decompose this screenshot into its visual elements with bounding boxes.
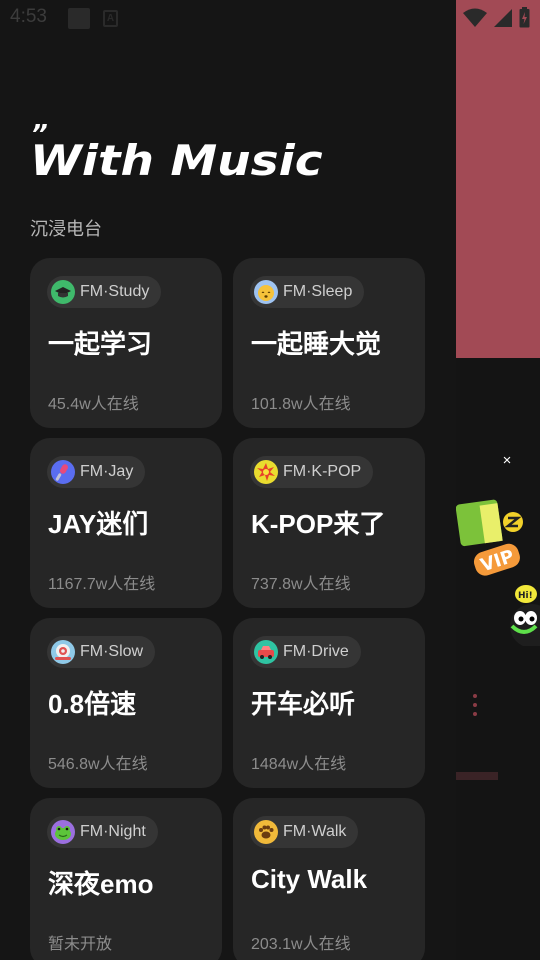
radio-tag-label: FM·Night	[80, 823, 146, 840]
notification-square-icon	[68, 8, 90, 29]
listener-count: 101.8w人在线	[251, 396, 351, 413]
radio-tag: FM·Sleep	[250, 276, 365, 308]
snail-icon	[51, 640, 75, 664]
listener-count: 1167.7w人在线	[48, 576, 156, 593]
frog-icon	[51, 820, 75, 844]
listener-count: 203.1w人在线	[251, 936, 351, 953]
background-panel	[456, 358, 540, 960]
explosion-icon	[254, 460, 278, 484]
radio-tag: FM·Night	[47, 816, 158, 848]
battery-icon	[519, 7, 530, 28]
radio-tag: FM·K-POP	[250, 456, 374, 488]
radio-title: 一起睡大觉	[251, 329, 382, 359]
radio-tag-label: FM·Slow	[80, 643, 144, 660]
radio-card-drive[interactable]: FM·Drive 开车必听 1484w人在线	[233, 618, 425, 788]
car-icon	[254, 640, 278, 664]
radio-card-slow[interactable]: FM·Slow 0.8倍速 546.8w人在线	[30, 618, 222, 788]
radio-title: 一起学习	[48, 329, 153, 359]
svg-text:Hi!: Hi!	[518, 591, 533, 601]
radio-title: 开车必听	[251, 689, 356, 719]
radio-tag: FM·Slow	[47, 636, 156, 668]
vip-promo-icon[interactable]: VIP	[456, 498, 528, 582]
close-icon[interactable]: ×	[497, 450, 517, 472]
radio-card-night[interactable]: FM·Night 深夜emo 暂未开放	[30, 798, 222, 960]
graduation-cap-icon	[51, 280, 75, 304]
radio-title: K-POP来了	[251, 509, 386, 539]
radio-tag-label: FM·Walk	[283, 823, 347, 840]
radio-title: City Walk	[251, 864, 368, 894]
radio-title: JAY迷们	[48, 509, 149, 539]
microphone-icon	[51, 460, 75, 484]
radio-drawer: ” With Music 沉浸电台 FM·Study 一起学习 45.4w人在线…	[0, 0, 456, 960]
listener-count: 45.4w人在线	[48, 396, 139, 413]
radio-title: 深夜emo	[48, 869, 154, 899]
notification-a-icon: A	[103, 10, 118, 27]
listener-count: 1484w人在线	[251, 756, 347, 773]
radio-card-sleep[interactable]: FM·Sleep 一起睡大觉 101.8w人在线	[233, 258, 425, 428]
wifi-icon	[463, 8, 487, 27]
paw-icon	[254, 820, 278, 844]
radio-tag-label: FM·Jay	[80, 463, 134, 480]
radio-tag-label: FM·Study	[80, 283, 150, 300]
radio-card-jay[interactable]: FM·Jay JAY迷们 1167.7w人在线	[30, 438, 222, 608]
listener-count: 暂未开放	[48, 936, 113, 953]
listener-count: 546.8w人在线	[48, 756, 148, 773]
listener-count: 737.8w人在线	[251, 576, 351, 593]
radio-tag-label: FM·Drive	[283, 643, 349, 660]
background-banner	[456, 0, 540, 358]
radio-title: 0.8倍速	[48, 689, 137, 719]
svg-text:VIP: VIP	[478, 546, 517, 576]
radio-tag: FM·Drive	[250, 636, 361, 668]
radio-card-study[interactable]: FM·Study 一起学习 45.4w人在线	[30, 258, 222, 428]
more-icon[interactable]	[471, 694, 479, 724]
section-title: 沉浸电台	[30, 219, 102, 239]
page-title: With Music	[30, 136, 323, 185]
status-bar: 4:53 A	[0, 0, 540, 36]
status-time: 4:53	[10, 6, 47, 27]
radio-tag-label: FM·Sleep	[283, 283, 353, 300]
signal-icon	[494, 9, 512, 27]
radio-tag: FM·Walk	[250, 816, 359, 848]
radio-card-walk[interactable]: FM·Walk City Walk 203.1w人在线	[233, 798, 425, 960]
sleepy-face-icon	[254, 280, 278, 304]
radio-tag-label: FM·K-POP	[283, 463, 362, 480]
background-divider	[456, 772, 498, 780]
radio-tag: FM·Jay	[47, 456, 146, 488]
radio-tag: FM·Study	[47, 276, 162, 308]
radio-card-kpop[interactable]: FM·K-POP K-POP来了 737.8w人在线	[233, 438, 425, 608]
mascot-icon[interactable]: Hi!	[506, 582, 540, 646]
